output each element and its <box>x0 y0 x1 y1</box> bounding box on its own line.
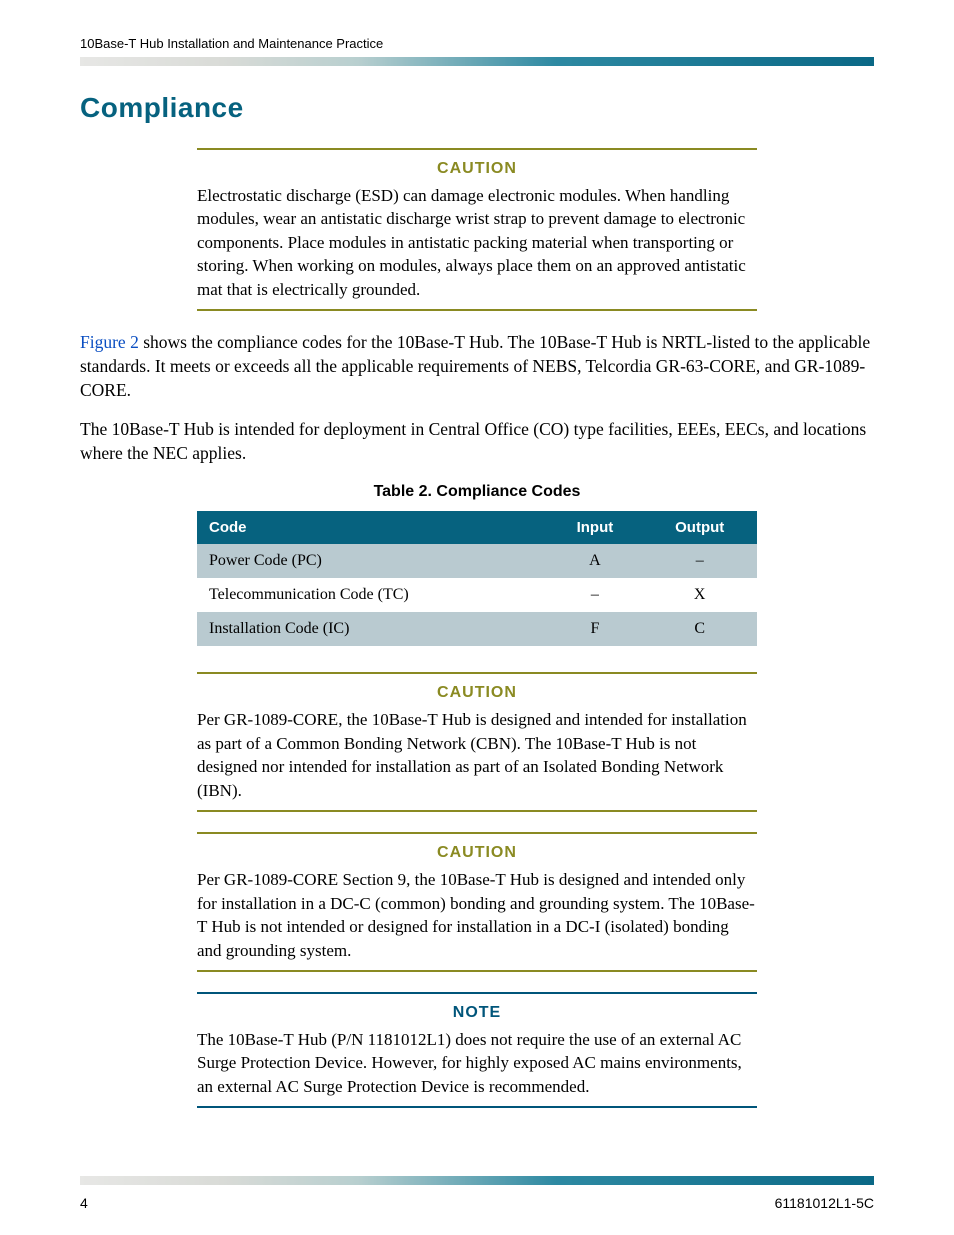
table-header-output: Output <box>642 511 757 544</box>
table-cell-input: – <box>547 578 642 612</box>
table-row: Installation Code (IC) F C <box>197 612 757 646</box>
caution-box-dcc: CAUTION Per GR-1089-CORE Section 9, the … <box>197 832 757 972</box>
paragraph-text: shows the compliance codes for the 10Bas… <box>80 332 870 399</box>
table-header-input: Input <box>547 511 642 544</box>
table-cell-output: – <box>642 544 757 578</box>
figure-reference-link[interactable]: Figure 2 <box>80 332 139 352</box>
caution-body: Electrostatic discharge (ESD) can damage… <box>197 184 757 301</box>
table-cell-input: A <box>547 544 642 578</box>
table-cell-code: Telecommunication Code (TC) <box>197 578 547 612</box>
table-row: Power Code (PC) A – <box>197 544 757 578</box>
table-cell-code: Power Code (PC) <box>197 544 547 578</box>
table-row: Telecommunication Code (TC) – X <box>197 578 757 612</box>
footer: 4 61181012L1-5C <box>80 1195 874 1211</box>
caution-label: CAUTION <box>197 684 757 702</box>
caution-box-esd: CAUTION Electrostatic discharge (ESD) ca… <box>197 148 757 311</box>
caution-body: Per GR-1089-CORE, the 10Base-T Hub is de… <box>197 708 757 802</box>
document-number: 61181012L1-5C <box>775 1195 874 1211</box>
note-body: The 10Base-T Hub (P/N 1181012L1) does no… <box>197 1028 757 1098</box>
table-header-row: Code Input Output <box>197 511 757 544</box>
table-title: Table 2. Compliance Codes <box>197 483 757 501</box>
section-title: Compliance <box>80 92 874 124</box>
footer-rule <box>80 1176 874 1185</box>
caution-body: Per GR-1089-CORE Section 9, the 10Base-T… <box>197 868 757 962</box>
table-cell-output: X <box>642 578 757 612</box>
running-header: 10Base-T Hub Installation and Maintenanc… <box>80 36 874 51</box>
note-box-surge: NOTE The 10Base-T Hub (P/N 1181012L1) do… <box>197 992 757 1108</box>
table-header-code: Code <box>197 511 547 544</box>
page-number: 4 <box>80 1195 88 1211</box>
table-cell-output: C <box>642 612 757 646</box>
compliance-table-wrap: Table 2. Compliance Codes Code Input Out… <box>197 483 757 646</box>
paragraph-deployment: The 10Base-T Hub is intended for deploym… <box>80 418 874 465</box>
caution-box-cbn: CAUTION Per GR-1089-CORE, the 10Base-T H… <box>197 672 757 812</box>
caution-label: CAUTION <box>197 844 757 862</box>
table-cell-input: F <box>547 612 642 646</box>
table-cell-code: Installation Code (IC) <box>197 612 547 646</box>
paragraph-compliance-intro: Figure 2 shows the compliance codes for … <box>80 331 874 402</box>
compliance-codes-table: Code Input Output Power Code (PC) A – Te… <box>197 511 757 646</box>
note-label: NOTE <box>197 1004 757 1022</box>
caution-label: CAUTION <box>197 160 757 178</box>
header-rule <box>80 57 874 66</box>
